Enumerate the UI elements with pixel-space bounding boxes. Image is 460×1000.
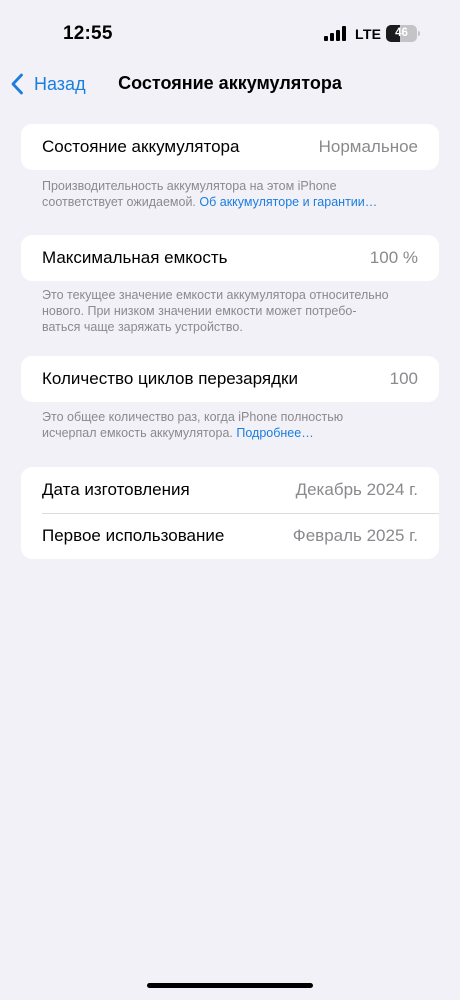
- capacity-note: Это текущее значение емкости аккумулятор…: [42, 287, 418, 335]
- capacity-label: Максимальная емкость: [42, 248, 228, 267]
- navigation-bar: Назад Состояние аккумулятора: [0, 64, 460, 104]
- capacity-note-line: Это текущее значение емкости аккумулятор…: [42, 288, 389, 302]
- cycles-value: 100: [389, 369, 418, 388]
- capacity-row: Максимальная емкость 100 %: [21, 235, 439, 281]
- battery-health-screen: 12:55 LTE 46 Назад Состояние аккумулятор…: [0, 0, 460, 1000]
- first-use-label: Первое использование: [42, 526, 225, 545]
- capacity-group: Максимальная емкость 100 %: [21, 235, 439, 281]
- battery-percent: 46: [395, 27, 408, 39]
- first-use-value: Февраль 2025 г.: [292, 526, 418, 545]
- status-time: 12:55: [63, 23, 113, 44]
- manufactured-value: Декабрь 2024 г.: [295, 480, 418, 499]
- battery-warranty-link[interactable]: Об аккумуляторе и гарантии…: [199, 195, 377, 209]
- capacity-note-line: ваться чаще заряжать устройство.: [42, 320, 243, 334]
- battery-icon: 46: [386, 25, 420, 42]
- page-title: Состояние аккумулятора: [0, 73, 460, 94]
- status-bar: 12:55 LTE 46: [0, 0, 460, 64]
- cycles-note-line: исчерпал емкость аккумулятора.: [42, 426, 237, 440]
- manufactured-row: Дата изготовления Декабрь 2024 г.: [21, 467, 439, 513]
- learn-more-link[interactable]: Подробнее…: [236, 426, 313, 440]
- manufactured-label: Дата изготовления: [42, 480, 190, 499]
- dates-group: Дата изготовления Декабрь 2024 г. Первое…: [21, 467, 439, 559]
- health-row: Состояние аккумулятора Нормальное: [21, 124, 439, 170]
- cycles-note: Это общее количество раз, когда iPhone п…: [42, 409, 418, 441]
- home-indicator[interactable]: [147, 983, 313, 988]
- capacity-value: 100 %: [369, 248, 418, 267]
- health-value: Нормальное: [318, 137, 418, 156]
- health-group: Состояние аккумулятора Нормальное: [21, 124, 439, 170]
- cycles-label: Количество циклов перезарядки: [42, 369, 298, 388]
- cellular-signal-icon: [324, 26, 346, 41]
- capacity-note-line: нового. При низком значении емкости може…: [42, 304, 357, 318]
- network-type: LTE: [355, 26, 382, 42]
- first-use-row: Первое использование Февраль 2025 г.: [21, 513, 439, 559]
- cycles-group: Количество циклов перезарядки 100: [21, 356, 439, 402]
- health-note: Производительность аккумулятора на этом …: [42, 178, 418, 210]
- cycles-row: Количество циклов перезарядки 100: [21, 356, 439, 402]
- page-title-text: Состояние аккумулятора: [118, 73, 342, 93]
- cycles-note-line: Это общее количество раз, когда iPhone п…: [42, 410, 344, 424]
- health-label: Состояние аккумулятора: [42, 137, 240, 156]
